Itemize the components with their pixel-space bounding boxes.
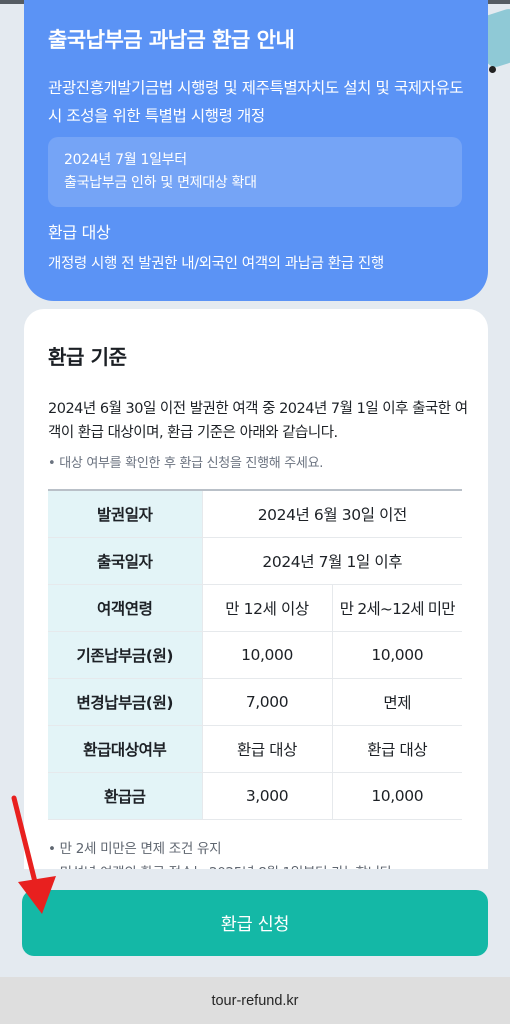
list-item: • 만 2세 미만은 면제 조건 유지	[48, 841, 222, 857]
effective-change: 출국납부금 인하 및 면제대상 확대	[64, 175, 257, 191]
url-text[interactable]: tour-refund.kr	[211, 993, 298, 1009]
table-cell: 환급 대상	[201, 725, 332, 773]
criteria-bullets: • 만 2세 미만은 면제 조건 유지 • 미성년 여객의 환급 접수는 202…	[48, 837, 396, 869]
table-row: 기존납부금(원) 10,000 10,000	[48, 631, 462, 679]
effective-notice-box: 2024년 7월 1일부터 출국납부금 인하 및 면제대상 확대	[48, 137, 462, 207]
criteria-title: 환급 기준	[48, 345, 127, 369]
table-row: 환급금 3,000 10,000	[48, 772, 462, 820]
browser-address-bar[interactable]: tour-refund.kr	[0, 977, 510, 1024]
row-label: 기존납부금(원)	[48, 631, 202, 679]
table-row: 발권일자 2024년 6월 30일 이전	[48, 490, 462, 538]
table-row: 환급대상여부 환급 대상 환급 대상	[48, 725, 462, 773]
table-cell: 면제	[331, 678, 462, 726]
row-label: 발권일자	[48, 490, 202, 538]
table-cell: 2024년 7월 1일 이후	[201, 537, 462, 585]
table-cell: 만 2세~12세 미만	[331, 584, 462, 632]
refund-criteria-card[interactable]: 환급 기준 2024년 6월 30일 이전 발권한 여객 중 2024년 7월 …	[24, 309, 488, 869]
table-row: 출국일자 2024년 7월 1일 이후	[48, 537, 462, 585]
row-label: 변경납부금(원)	[48, 678, 202, 726]
notice-title: 출국납부금 과납금 환급 안내	[48, 28, 295, 52]
table-cell: 만 12세 이상	[201, 584, 332, 632]
table-cell: 10,000	[331, 631, 462, 679]
table-cell: 2024년 6월 30일 이전	[201, 490, 462, 538]
target-label: 환급 대상	[48, 223, 111, 242]
table-cell: 10,000	[201, 631, 332, 679]
list-item: • 미성년 여객의 환급 접수는 2025년 8월 1일부터 가능합니다.	[48, 861, 396, 869]
decorative-dot	[489, 66, 496, 73]
table-cell: 7,000	[201, 678, 332, 726]
table-cell: 환급 대상	[331, 725, 462, 773]
row-label: 출국일자	[48, 537, 202, 585]
row-label: 환급금	[48, 772, 202, 820]
notice-description: 관광진흥개발기금법 시행령 및 제주특별자치도 설치 및 국제자유도시 조성을 …	[48, 79, 464, 125]
table-cell: 10,000	[331, 772, 462, 820]
criteria-description: 2024년 6월 30일 이전 발권한 여객 중 2024년 7월 1일 이후 …	[48, 401, 468, 441]
apply-refund-button[interactable]: 환급 신청	[22, 890, 488, 956]
table-row: 변경납부금(원) 7,000 면제	[48, 678, 462, 726]
target-description: 개정령 시행 전 발권한 내/외국인 여객의 과납금 환급 진행	[48, 256, 384, 272]
criteria-note: • 대상 여부를 확인한 후 환급 신청을 진행해 주세요.	[48, 456, 324, 471]
table-cell: 3,000	[201, 772, 332, 820]
effective-date: 2024년 7월 1일부터	[64, 152, 187, 168]
refund-notice-card: 출국납부금 과납금 환급 안내 관광진흥개발기금법 시행령 및 제주특별자치도 …	[24, 0, 488, 301]
table-row: 여객연령 만 12세 이상 만 2세~12세 미만	[48, 584, 462, 632]
row-label: 환급대상여부	[48, 725, 202, 773]
row-label: 여객연령	[48, 584, 202, 632]
refund-criteria-table: 발권일자 2024년 6월 30일 이전 출국일자 2024년 7월 1일 이후…	[48, 489, 462, 820]
